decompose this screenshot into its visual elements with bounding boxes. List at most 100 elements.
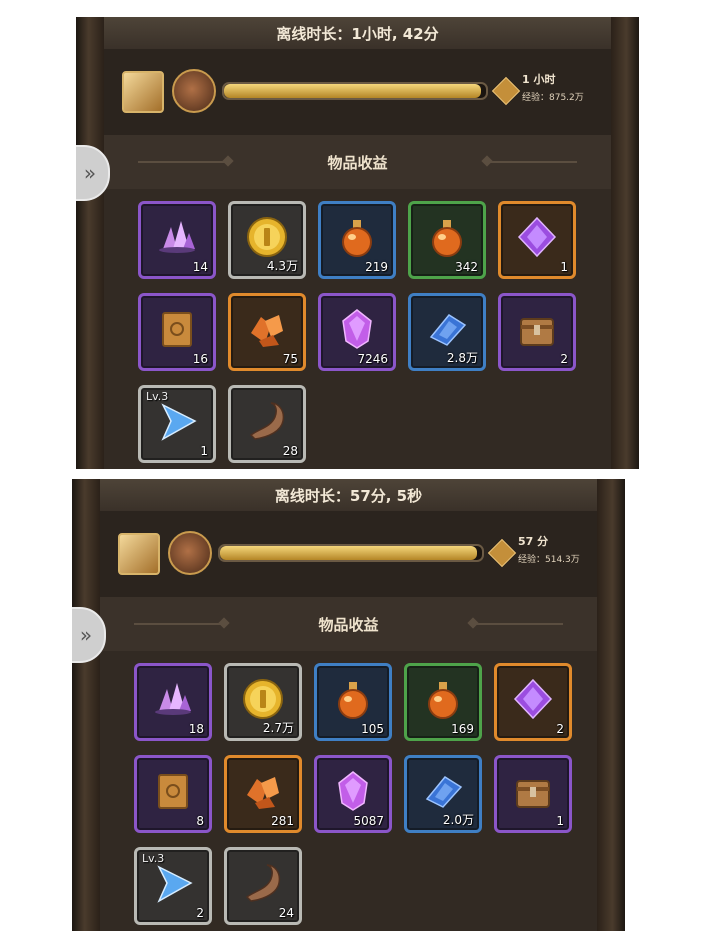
item-count: 2.0万: [442, 813, 474, 827]
offline-time-label: 57 分: [518, 535, 549, 548]
item-count: 219: [365, 260, 388, 274]
hero-portrait-icon[interactable]: [122, 71, 164, 113]
item-slot-purple-crystal-cluster[interactable]: 18: [134, 663, 212, 741]
item-slot-red-potion[interactable]: 169: [404, 663, 482, 741]
pet-portrait-icon[interactable]: [168, 531, 212, 575]
item-count: 1: [200, 444, 208, 458]
crystal-icon: [331, 769, 375, 813]
shard-icon: [421, 769, 465, 813]
offline-progress-fill: [220, 546, 477, 560]
item-slot-blue-shard[interactable]: 2.0万: [404, 755, 482, 833]
crystal-cluster-icon: [155, 215, 199, 259]
item-count: 28: [282, 444, 298, 458]
frame-right: [597, 479, 625, 931]
gem-icon: [511, 677, 555, 721]
gold-coin-icon: [241, 677, 285, 721]
item-slot-skill-book[interactable]: 8: [134, 755, 212, 833]
item-count: 169: [451, 722, 474, 736]
item-slot-horn[interactable]: 28: [228, 385, 306, 463]
frame-left: [76, 17, 104, 469]
offline-progress-bar: [222, 82, 488, 100]
item-count: 8: [196, 814, 204, 828]
offline-duration-title: 离线时长：57分, 5秒: [100, 479, 597, 511]
reward-summary: 1 小时 经验：875.2万: [104, 49, 611, 135]
item-count: 18: [188, 722, 204, 736]
item-count: 7246: [357, 352, 388, 366]
item-slot-blue-arrow-gem[interactable]: Lv.3 1: [138, 385, 216, 463]
chest-icon: [515, 307, 559, 351]
divider-right: [487, 161, 577, 163]
hourglass-icon: [491, 76, 521, 106]
offline-progress-bar: [218, 544, 484, 562]
item-slot-horn[interactable]: 24: [224, 847, 302, 925]
item-count: 14: [192, 260, 208, 274]
frame-right: [611, 17, 639, 469]
hourglass-icon: [487, 538, 517, 568]
item-slot-skill-book[interactable]: 16: [138, 293, 216, 371]
item-count: 281: [271, 814, 294, 828]
horn-icon: [241, 861, 285, 905]
offline-reward-panel-2: 离线时长：57分, 5秒 57 分 经验：514.3万 物品收益 18 2.7万 1…: [72, 479, 625, 931]
item-count: 75: [282, 352, 298, 366]
item-slot-treasure-chest[interactable]: 1: [494, 755, 572, 833]
item-count: 1: [560, 260, 568, 274]
pet-portrait-icon[interactable]: [172, 69, 216, 113]
item-count: 2: [556, 722, 564, 736]
section-header: 物品收益: [100, 597, 597, 651]
item-count: 2: [196, 906, 204, 920]
item-count: 16: [192, 352, 208, 366]
book-icon: [155, 307, 199, 351]
offline-time-label: 1 小时: [522, 73, 556, 86]
section-header: 物品收益: [104, 135, 611, 189]
exp-label: 经验：514.3万: [518, 555, 580, 565]
item-grid: 14 4.3万 219 342 1 16 75 7246 2.8万 2 Lv.3 1 28: [138, 201, 598, 463]
item-slot-purple-gem[interactable]: 2: [494, 663, 572, 741]
offline-progress-fill: [224, 84, 481, 98]
item-slot-treasure-chest[interactable]: 2: [498, 293, 576, 371]
item-slot-pink-crystal[interactable]: 5087: [314, 755, 392, 833]
item-slot-orange-potion[interactable]: 219: [318, 201, 396, 279]
item-count: 1: [556, 814, 564, 828]
horn-icon: [245, 399, 289, 443]
item-slot-orange-ore[interactable]: 281: [224, 755, 302, 833]
chest-icon: [511, 769, 555, 813]
item-slot-purple-crystal-cluster[interactable]: 14: [138, 201, 216, 279]
panel-inner: 离线时长：57分, 5秒 57 分 经验：514.3万 物品收益 18 2.7万 1…: [100, 479, 597, 931]
item-count: 5087: [353, 814, 384, 828]
crystal-cluster-icon: [151, 677, 195, 721]
item-level: Lv.3: [146, 390, 169, 403]
divider-left: [138, 161, 228, 163]
item-level: Lv.3: [142, 852, 165, 865]
crystal-icon: [335, 307, 379, 351]
item-count: 2.8万: [446, 351, 478, 365]
item-count: 342: [455, 260, 478, 274]
item-slot-blue-shard[interactable]: 2.8万: [408, 293, 486, 371]
divider-right: [473, 623, 563, 625]
frame-left: [72, 479, 100, 931]
item-slot-gold-coin[interactable]: 4.3万: [228, 201, 306, 279]
section-title: 物品收益: [327, 153, 388, 172]
item-count: 2.7万: [262, 721, 294, 735]
arrow-gem-icon: [155, 399, 199, 443]
potion-icon: [335, 215, 379, 259]
item-slot-pink-crystal[interactable]: 7246: [318, 293, 396, 371]
item-slot-orange-ore[interactable]: 75: [228, 293, 306, 371]
exp-label: 经验：875.2万: [522, 93, 584, 103]
shard-icon: [425, 307, 469, 351]
gem-icon: [515, 215, 559, 259]
item-count: 2: [560, 352, 568, 366]
reward-summary: 57 分 经验：514.3万: [100, 511, 597, 597]
section-title: 物品收益: [318, 615, 379, 634]
item-slot-blue-arrow-gem[interactable]: Lv.3 2: [134, 847, 212, 925]
item-slot-purple-gem[interactable]: 1: [498, 201, 576, 279]
divider-left: [134, 623, 224, 625]
hero-portrait-icon[interactable]: [118, 533, 160, 575]
item-slot-gold-coin[interactable]: 2.7万: [224, 663, 302, 741]
item-grid: 18 2.7万 105 169 2 8 281 5087 2.0万 1 Lv.3 2 24: [134, 663, 594, 925]
potion-icon: [421, 677, 465, 721]
book-icon: [151, 769, 195, 813]
item-slot-red-potion[interactable]: 342: [408, 201, 486, 279]
item-slot-orange-potion[interactable]: 105: [314, 663, 392, 741]
item-count: 24: [278, 906, 294, 920]
gold-coin-icon: [245, 215, 289, 259]
